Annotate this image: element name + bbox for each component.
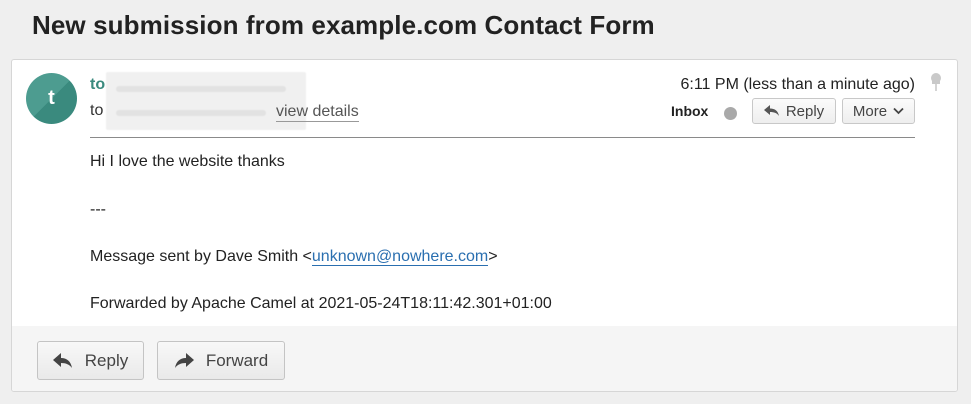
folder-label[interactable]: Inbox — [671, 103, 708, 119]
sent-by-suffix: > — [488, 248, 498, 265]
body-separator: --- — [90, 201, 106, 218]
forward-arrow-icon — [174, 352, 194, 369]
body-sent-by: Message sent by Dave Smith <unknown@nowh… — [90, 248, 498, 266]
reply-arrow-icon — [763, 105, 780, 117]
footer-reply-label: Reply — [84, 350, 129, 370]
footer-forward-label: Forward — [205, 350, 269, 370]
header-divider — [90, 137, 915, 138]
footer-forward-button[interactable]: Forward — [157, 341, 285, 380]
body-line-greeting: Hi I love the website thanks — [90, 153, 285, 170]
sender-name[interactable]: to — [90, 76, 105, 94]
message-card: t to to view details 6:11 PM (less than … — [11, 59, 958, 392]
read-status-dot[interactable] — [724, 107, 737, 120]
message-subject: New submission from example.com Contact … — [32, 10, 655, 40]
view-details-link[interactable]: view details — [276, 102, 359, 122]
sender-avatar[interactable]: t — [26, 73, 77, 124]
chevron-down-icon — [893, 107, 904, 115]
message-timestamp: 6:11 PM (less than a minute ago) — [680, 76, 916, 93]
sent-by-prefix: Message sent by Dave Smith < — [90, 248, 312, 265]
pin-icon[interactable] — [929, 72, 943, 92]
reply-arrow-icon — [52, 352, 73, 369]
message-footer: Reply Forward — [12, 326, 957, 391]
footer-reply-button[interactable]: Reply — [37, 341, 144, 380]
sender-email-link[interactable]: unknown@nowhere.com — [311, 248, 489, 266]
more-button-label: More — [852, 102, 888, 120]
more-button[interactable]: More — [842, 98, 915, 124]
body-forwarded: Forwarded by Apache Camel at 2021-05-24T… — [90, 295, 552, 312]
reply-button-label: Reply — [785, 102, 825, 120]
recipient-line: to — [90, 102, 104, 119]
reply-button[interactable]: Reply — [752, 98, 836, 124]
